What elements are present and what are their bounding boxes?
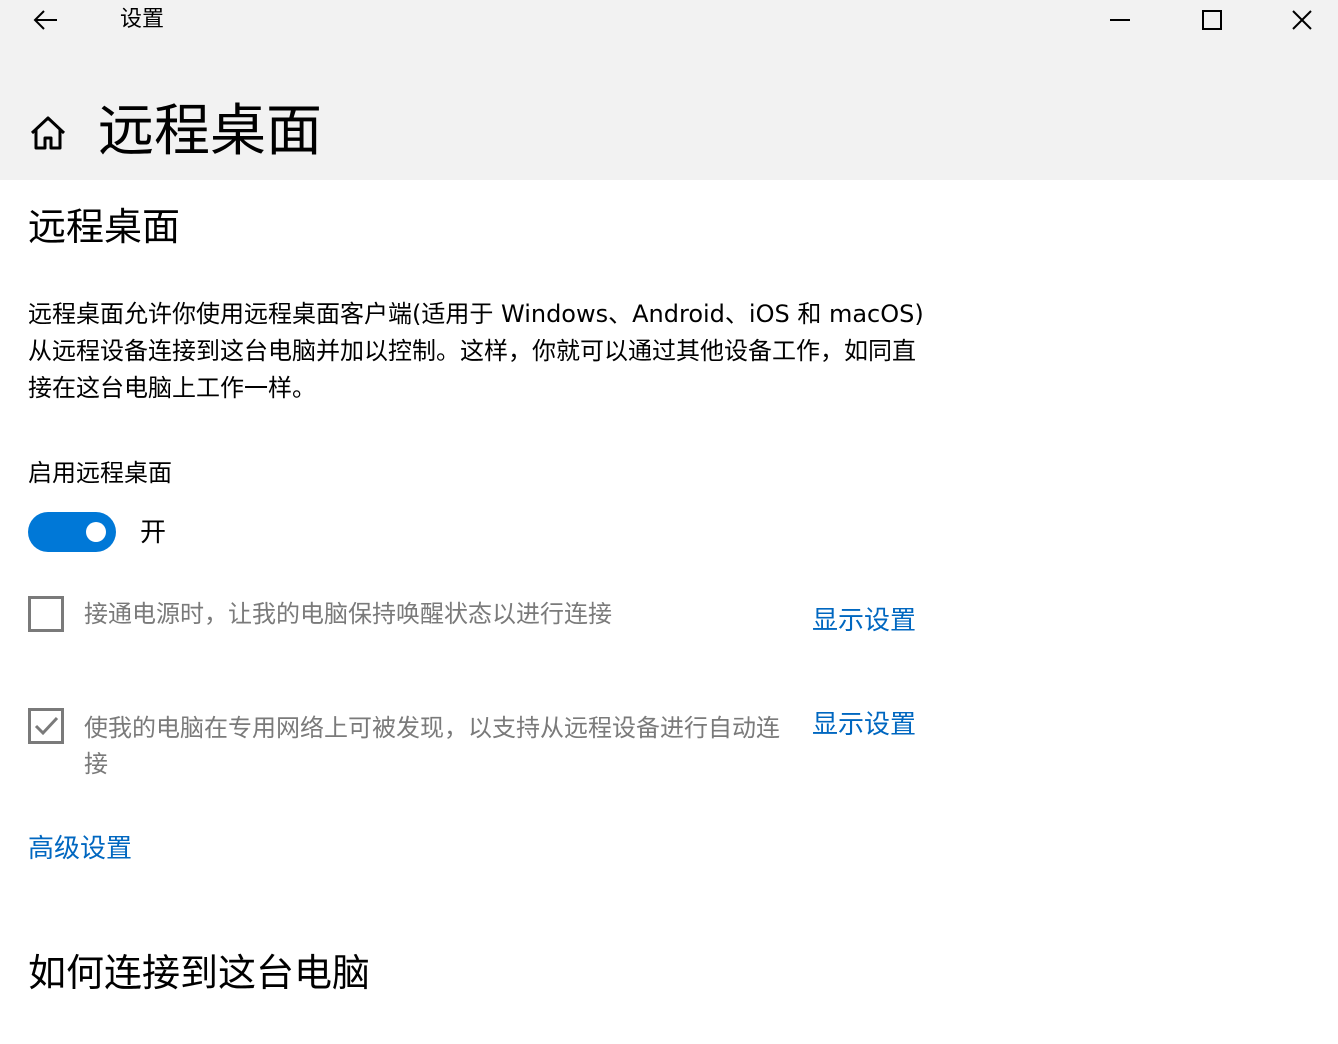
page-title: 远程桌面 (98, 99, 322, 164)
remote-desktop-description: 远程桌面允许你使用远程桌面客户端(适用于 Windows、Android、iOS… (28, 300, 924, 402)
maximize-icon (1202, 10, 1222, 30)
section-title-how-to-connect: 如何连接到这台电脑 (28, 951, 371, 995)
close-button[interactable] (1262, 0, 1338, 40)
advanced-settings-link[interactable]: 高级设置 (28, 832, 132, 866)
section-title-remote-desktop: 远程桌面 (28, 205, 181, 249)
keep-awake-label: 接通电源时，让我的电脑保持唤醒状态以进行连接 (84, 600, 612, 628)
show-settings-link-power[interactable]: 显示设置 (812, 604, 916, 638)
enable-remote-desktop-label: 启用远程桌面 (28, 459, 172, 487)
discoverable-label: 使我的电脑在专用网络上可被发现，以支持从远程设备进行自动连接 (84, 714, 780, 778)
minimize-button[interactable] (1080, 0, 1160, 40)
toggle-knob (86, 522, 106, 542)
toggle-state-label: 开 (140, 518, 167, 548)
checkmark-icon (34, 716, 59, 736)
enable-remote-desktop-toggle[interactable] (28, 512, 116, 552)
arrow-left-icon (33, 10, 57, 30)
minimize-icon (1110, 19, 1130, 21)
close-icon (1292, 10, 1312, 30)
home-icon[interactable] (26, 112, 70, 156)
app-title: 设置 (120, 7, 165, 32)
keep-awake-checkbox[interactable] (28, 596, 64, 632)
show-settings-link-network[interactable]: 显示设置 (812, 708, 916, 742)
back-button[interactable] (24, 0, 68, 40)
title-bar-header: 设置 远程桌面 (0, 0, 1338, 180)
maximize-button[interactable] (1172, 0, 1252, 40)
discoverable-checkbox[interactable] (28, 708, 64, 744)
